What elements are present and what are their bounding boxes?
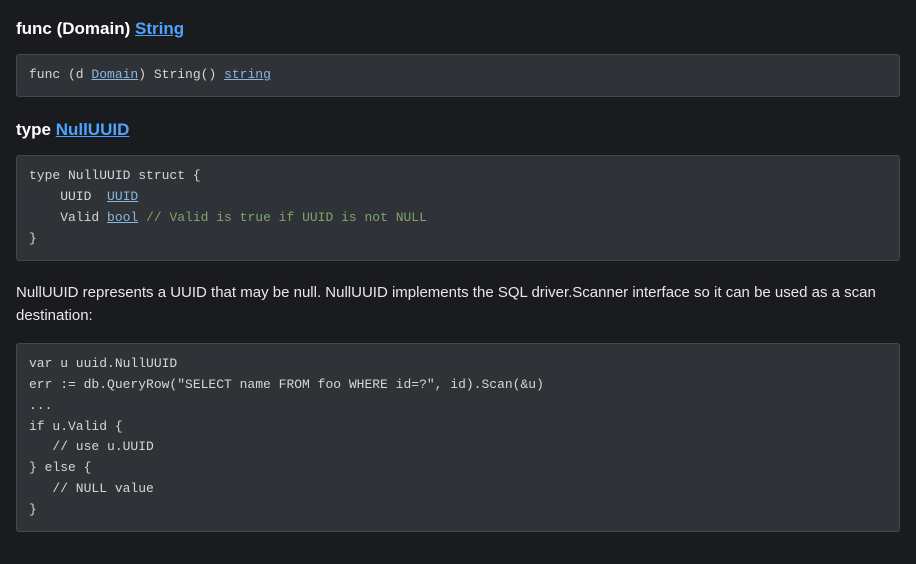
type-description: NullUUID represents a UUID that may be n… — [16, 281, 900, 328]
heading-prefix: func (Domain) — [16, 19, 135, 38]
heading-link-nulluuid[interactable]: NullUUID — [56, 120, 130, 139]
code-text — [138, 210, 146, 225]
sig-text: ) String() — [138, 67, 224, 82]
typedef-block: type NullUUID struct { UUID UUID Valid b… — [16, 155, 900, 260]
type-link-domain[interactable]: Domain — [91, 67, 138, 82]
code-text: UUID — [29, 189, 107, 204]
signature-block: func (d Domain) String() string — [16, 54, 900, 97]
type-heading: type NullUUID — [16, 117, 900, 143]
code-text: Valid — [29, 210, 107, 225]
return-type-link[interactable]: string — [224, 67, 271, 82]
heading-prefix: type — [16, 120, 56, 139]
code-comment: // Valid is true if UUID is not NULL — [146, 210, 427, 225]
code-line: } — [29, 231, 37, 246]
sig-text: func (d — [29, 67, 91, 82]
type-link-uuid[interactable]: UUID — [107, 189, 138, 204]
func-heading: func (Domain) String — [16, 16, 900, 42]
heading-link-string[interactable]: String — [135, 19, 184, 38]
example-block: var u uuid.NullUUID err := db.QueryRow("… — [16, 343, 900, 531]
code-line: type NullUUID struct { — [29, 168, 201, 183]
type-link-bool[interactable]: bool — [107, 210, 138, 225]
